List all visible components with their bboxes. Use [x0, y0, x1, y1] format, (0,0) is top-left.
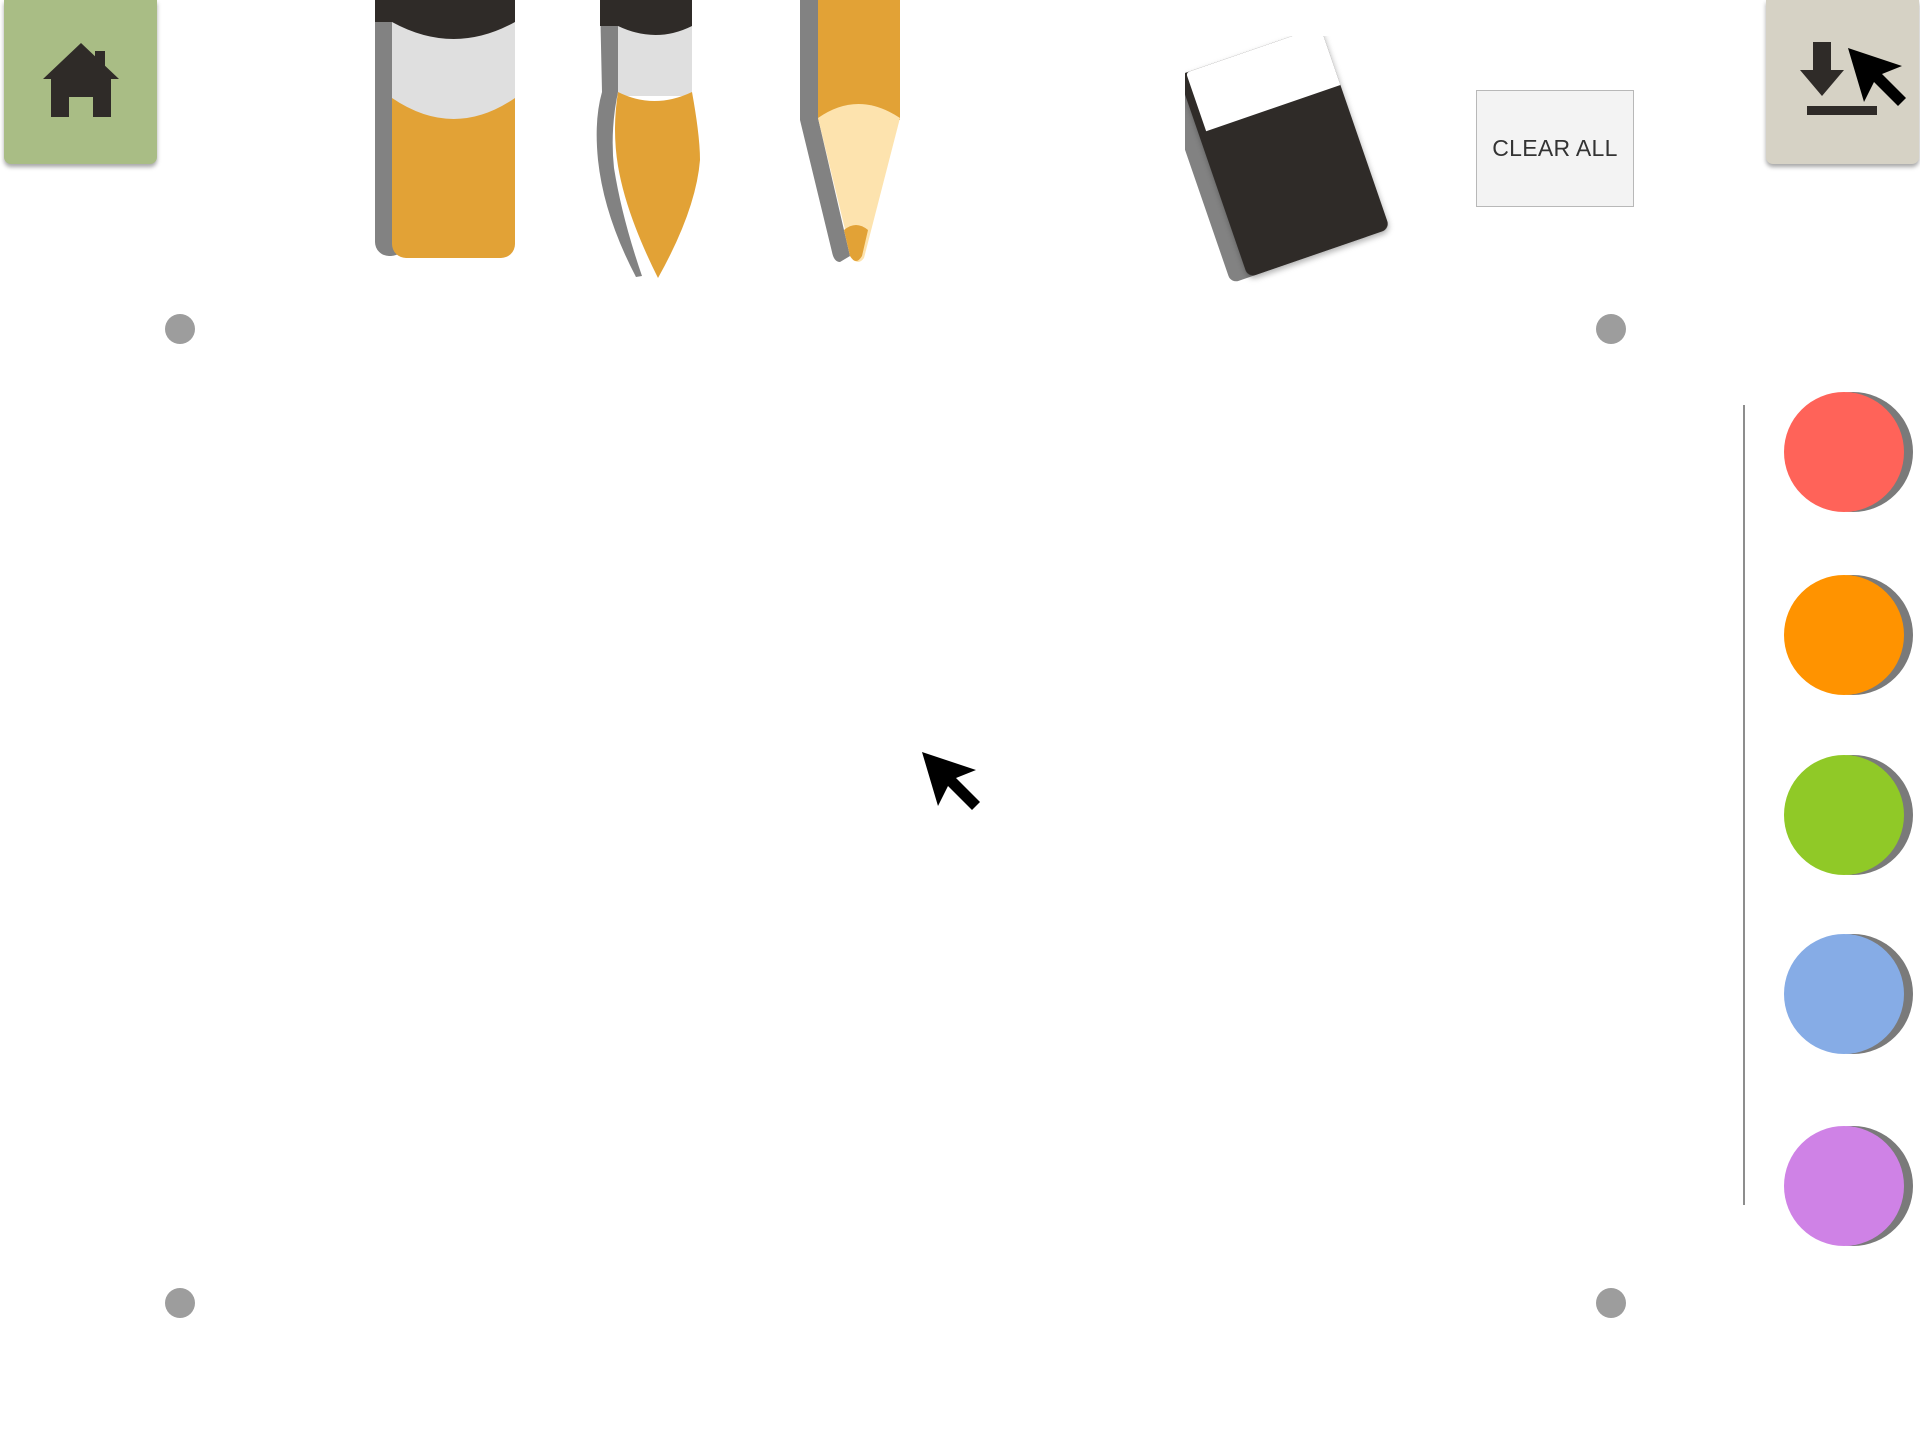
clear-all-button[interactable]: CLEAR ALL [1476, 90, 1634, 207]
download-button[interactable] [1766, 0, 1919, 164]
drawing-canvas[interactable] [180, 329, 1611, 1303]
color-swatch-purple[interactable] [1784, 1126, 1913, 1246]
pencil-icon [800, 0, 900, 262]
palette-divider [1743, 405, 1745, 1205]
home-button[interactable] [4, 0, 157, 164]
canvas-corner-marker-bottom-left [165, 1288, 195, 1318]
home-icon [41, 41, 121, 124]
eraser-icon [1185, 36, 1388, 282]
canvas-corner-marker-top-right [1596, 314, 1626, 344]
marker-icon [375, 0, 515, 258]
drawing-app: CLEAR ALL [0, 0, 1920, 1440]
eraser-tool[interactable] [1185, 36, 1405, 286]
paintbrush-icon [596, 0, 700, 278]
paintbrush-tool[interactable] [596, 0, 706, 282]
clear-all-label: CLEAR ALL [1492, 135, 1618, 161]
pencil-tool[interactable] [798, 0, 908, 266]
color-swatch-green[interactable] [1784, 755, 1913, 875]
marker-tool[interactable] [372, 0, 518, 262]
color-swatch-blue[interactable] [1784, 934, 1913, 1054]
color-swatch-red[interactable] [1784, 392, 1913, 512]
canvas-corner-marker-bottom-right [1596, 1288, 1626, 1318]
download-icon [1800, 42, 1877, 115]
color-swatch-orange[interactable] [1784, 575, 1913, 695]
canvas-corner-marker-top-left [165, 314, 195, 344]
